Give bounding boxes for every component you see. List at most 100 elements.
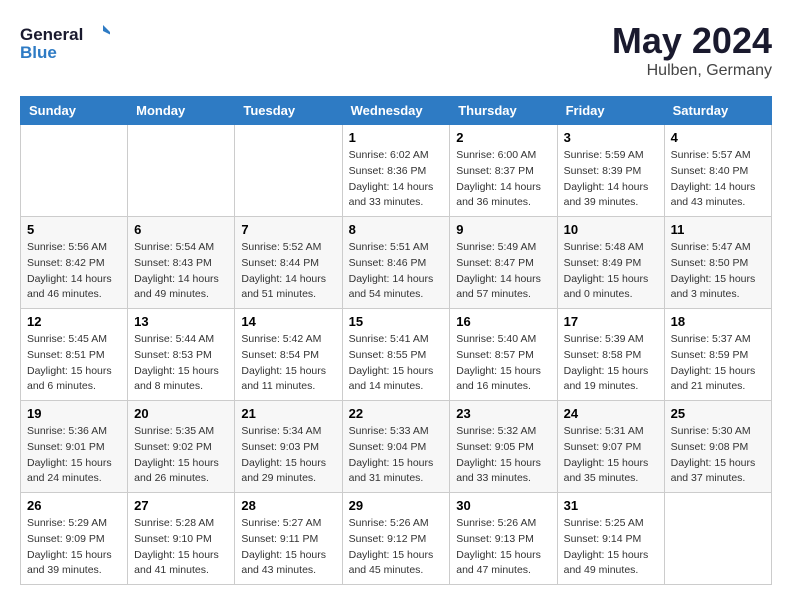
- day-info: Sunrise: 5:39 AM Sunset: 8:58 PM Dayligh…: [564, 332, 658, 395]
- calendar-day-25: 25 Sunrise: 5:30 AM Sunset: 9:08 PM Dayli…: [664, 401, 771, 493]
- calendar-day-7: 7 Sunrise: 5:52 AM Sunset: 8:44 PM Daylig…: [235, 217, 342, 309]
- calendar-day-30: 30 Sunrise: 5:26 AM Sunset: 9:13 PM Dayli…: [450, 493, 557, 585]
- logo-svg: General Blue: [20, 20, 110, 65]
- weekday-header-monday: Monday: [128, 97, 235, 125]
- day-info: Sunrise: 5:35 AM Sunset: 9:02 PM Dayligh…: [134, 424, 228, 487]
- calendar-day-3: 3 Sunrise: 5:59 AM Sunset: 8:39 PM Daylig…: [557, 125, 664, 217]
- weekday-header-sunday: Sunday: [21, 97, 128, 125]
- day-info: Sunrise: 5:44 AM Sunset: 8:53 PM Dayligh…: [134, 332, 228, 395]
- day-info: Sunrise: 5:47 AM Sunset: 8:50 PM Dayligh…: [671, 240, 765, 303]
- day-number: 26: [27, 498, 121, 513]
- calendar-day-19: 19 Sunrise: 5:36 AM Sunset: 9:01 PM Dayli…: [21, 401, 128, 493]
- day-number: 15: [349, 314, 444, 329]
- location-subtitle: Hulben, Germany: [612, 62, 772, 80]
- day-number: 13: [134, 314, 228, 329]
- day-number: 9: [456, 222, 550, 237]
- day-number: 22: [349, 406, 444, 421]
- day-number: 21: [241, 406, 335, 421]
- calendar-day-11: 11 Sunrise: 5:47 AM Sunset: 8:50 PM Dayli…: [664, 217, 771, 309]
- day-number: 31: [564, 498, 658, 513]
- day-number: 12: [27, 314, 121, 329]
- weekday-header-friday: Friday: [557, 97, 664, 125]
- day-info: Sunrise: 5:40 AM Sunset: 8:57 PM Dayligh…: [456, 332, 550, 395]
- calendar-day-4: 4 Sunrise: 5:57 AM Sunset: 8:40 PM Daylig…: [664, 125, 771, 217]
- day-number: 3: [564, 130, 658, 145]
- day-number: 11: [671, 222, 765, 237]
- day-number: 30: [456, 498, 550, 513]
- calendar-day-31: 31 Sunrise: 5:25 AM Sunset: 9:14 PM Dayli…: [557, 493, 664, 585]
- day-number: 20: [134, 406, 228, 421]
- calendar-day-29: 29 Sunrise: 5:26 AM Sunset: 9:12 PM Dayli…: [342, 493, 450, 585]
- day-number: 25: [671, 406, 765, 421]
- day-info: Sunrise: 5:57 AM Sunset: 8:40 PM Dayligh…: [671, 148, 765, 211]
- day-info: Sunrise: 5:42 AM Sunset: 8:54 PM Dayligh…: [241, 332, 335, 395]
- calendar-day-10: 10 Sunrise: 5:48 AM Sunset: 8:49 PM Dayli…: [557, 217, 664, 309]
- weekday-header-row: SundayMondayTuesdayWednesdayThursdayFrid…: [21, 97, 772, 125]
- day-info: Sunrise: 6:00 AM Sunset: 8:37 PM Dayligh…: [456, 148, 550, 211]
- day-number: 17: [564, 314, 658, 329]
- day-info: Sunrise: 5:37 AM Sunset: 8:59 PM Dayligh…: [671, 332, 765, 395]
- empty-day-cell: [128, 125, 235, 217]
- day-info: Sunrise: 5:48 AM Sunset: 8:49 PM Dayligh…: [564, 240, 658, 303]
- month-title: May 2024: [612, 20, 772, 62]
- day-info: Sunrise: 5:25 AM Sunset: 9:14 PM Dayligh…: [564, 516, 658, 579]
- day-info: Sunrise: 5:36 AM Sunset: 9:01 PM Dayligh…: [27, 424, 121, 487]
- day-number: 8: [349, 222, 444, 237]
- day-info: Sunrise: 5:56 AM Sunset: 8:42 PM Dayligh…: [27, 240, 121, 303]
- calendar-day-28: 28Sunrise: 5:27 AM Sunset: 9:11 PM Dayli…: [235, 493, 342, 585]
- day-number: 23: [456, 406, 550, 421]
- calendar-day-22: 22 Sunrise: 5:33 AM Sunset: 9:04 PM Dayli…: [342, 401, 450, 493]
- calendar-day-21: 21 Sunrise: 5:34 AM Sunset: 9:03 PM Dayli…: [235, 401, 342, 493]
- calendar-day-23: 23Sunrise: 5:32 AM Sunset: 9:05 PM Dayli…: [450, 401, 557, 493]
- weekday-header-wednesday: Wednesday: [342, 97, 450, 125]
- calendar-week-row: 5Sunrise: 5:56 AM Sunset: 8:42 PM Daylig…: [21, 217, 772, 309]
- day-number: 29: [349, 498, 444, 513]
- calendar-week-row: 26Sunrise: 5:29 AM Sunset: 9:09 PM Dayli…: [21, 493, 772, 585]
- calendar-day-15: 15 Sunrise: 5:41 AM Sunset: 8:55 PM Dayli…: [342, 309, 450, 401]
- calendar-day-18: 18Sunrise: 5:37 AM Sunset: 8:59 PM Dayli…: [664, 309, 771, 401]
- weekday-header-saturday: Saturday: [664, 97, 771, 125]
- day-number: 10: [564, 222, 658, 237]
- day-number: 6: [134, 222, 228, 237]
- day-number: 24: [564, 406, 658, 421]
- calendar-day-8: 8Sunrise: 5:51 AM Sunset: 8:46 PM Daylig…: [342, 217, 450, 309]
- day-info: Sunrise: 5:34 AM Sunset: 9:03 PM Dayligh…: [241, 424, 335, 487]
- calendar-day-5: 5Sunrise: 5:56 AM Sunset: 8:42 PM Daylig…: [21, 217, 128, 309]
- day-info: Sunrise: 5:30 AM Sunset: 9:08 PM Dayligh…: [671, 424, 765, 487]
- day-info: Sunrise: 5:41 AM Sunset: 8:55 PM Dayligh…: [349, 332, 444, 395]
- day-number: 27: [134, 498, 228, 513]
- day-info: Sunrise: 6:02 AM Sunset: 8:36 PM Dayligh…: [349, 148, 444, 211]
- day-info: Sunrise: 5:33 AM Sunset: 9:04 PM Dayligh…: [349, 424, 444, 487]
- weekday-header-thursday: Thursday: [450, 97, 557, 125]
- logo: General Blue: [20, 20, 110, 65]
- title-block: May 2024 Hulben, Germany: [612, 20, 772, 80]
- day-number: 19: [27, 406, 121, 421]
- calendar-week-row: 19 Sunrise: 5:36 AM Sunset: 9:01 PM Dayli…: [21, 401, 772, 493]
- day-info: Sunrise: 5:52 AM Sunset: 8:44 PM Dayligh…: [241, 240, 335, 303]
- day-info: Sunrise: 5:26 AM Sunset: 9:13 PM Dayligh…: [456, 516, 550, 579]
- calendar-day-12: 12Sunrise: 5:45 AM Sunset: 8:51 PM Dayli…: [21, 309, 128, 401]
- day-number: 2: [456, 130, 550, 145]
- day-info: Sunrise: 5:31 AM Sunset: 9:07 PM Dayligh…: [564, 424, 658, 487]
- day-number: 14: [241, 314, 335, 329]
- empty-day-cell: [664, 493, 771, 585]
- calendar-week-row: 1Sunrise: 6:02 AM Sunset: 8:36 PM Daylig…: [21, 125, 772, 217]
- calendar-day-9: 9 Sunrise: 5:49 AM Sunset: 8:47 PM Daylig…: [450, 217, 557, 309]
- empty-day-cell: [235, 125, 342, 217]
- day-number: 28: [241, 498, 335, 513]
- day-info: Sunrise: 5:49 AM Sunset: 8:47 PM Dayligh…: [456, 240, 550, 303]
- day-number: 7: [241, 222, 335, 237]
- day-number: 4: [671, 130, 765, 145]
- day-info: Sunrise: 5:26 AM Sunset: 9:12 PM Dayligh…: [349, 516, 444, 579]
- calendar-day-6: 6 Sunrise: 5:54 AM Sunset: 8:43 PM Daylig…: [128, 217, 235, 309]
- day-info: Sunrise: 5:28 AM Sunset: 9:10 PM Dayligh…: [134, 516, 228, 579]
- day-info: Sunrise: 5:54 AM Sunset: 8:43 PM Dayligh…: [134, 240, 228, 303]
- calendar-day-16: 16Sunrise: 5:40 AM Sunset: 8:57 PM Dayli…: [450, 309, 557, 401]
- page-header: General Blue May 2024 Hulben, Germany: [20, 20, 772, 80]
- weekday-header-tuesday: Tuesday: [235, 97, 342, 125]
- calendar-day-24: 24 Sunrise: 5:31 AM Sunset: 9:07 PM Dayli…: [557, 401, 664, 493]
- calendar-day-2: 2 Sunrise: 6:00 AM Sunset: 8:37 PM Daylig…: [450, 125, 557, 217]
- svg-text:Blue: Blue: [20, 43, 57, 62]
- day-info: Sunrise: 5:59 AM Sunset: 8:39 PM Dayligh…: [564, 148, 658, 211]
- calendar-day-20: 20 Sunrise: 5:35 AM Sunset: 9:02 PM Dayli…: [128, 401, 235, 493]
